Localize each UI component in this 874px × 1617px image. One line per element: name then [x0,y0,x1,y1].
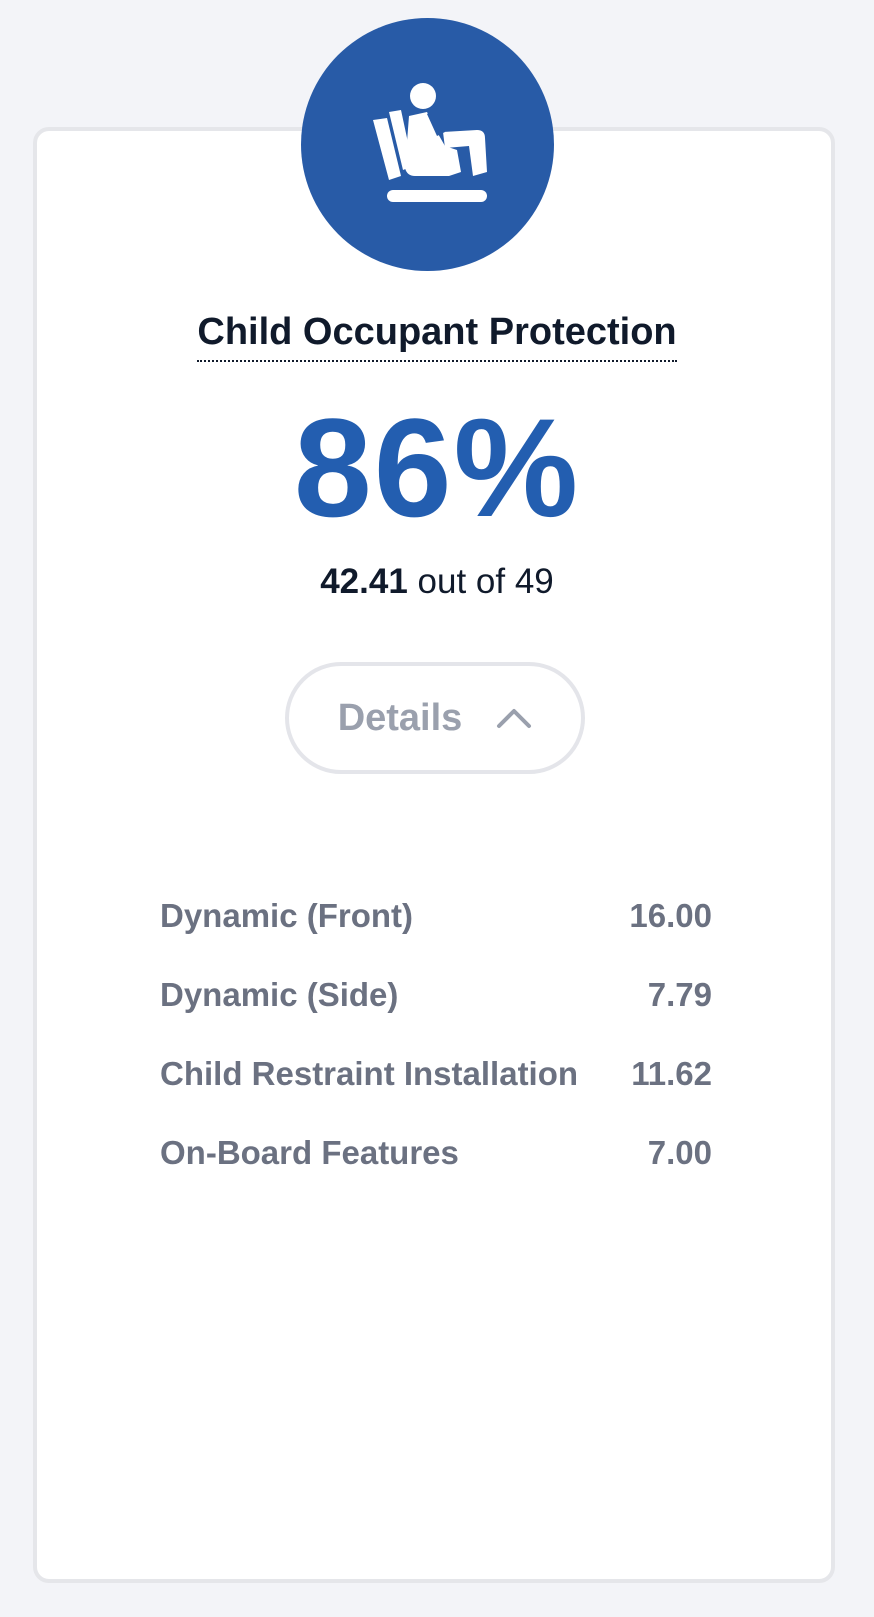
breakdown-row: On-Board Features 7.00 [160,1113,712,1192]
score-suffix: out of 49 [417,562,554,601]
score-summary: 42.41 out of 49 [0,562,874,602]
chevron-up-icon [497,709,532,728]
breakdown-list: Dynamic (Front) 16.00 Dynamic (Side) 7.7… [160,876,712,1192]
details-toggle-button[interactable]: Details [285,662,585,774]
breakdown-row: Dynamic (Front) 16.00 [160,876,712,955]
child-seat-icon [372,82,487,202]
details-label: Details [337,696,463,739]
breakdown-label: On-Board Features [160,1133,459,1171]
breakdown-value: 16.00 [629,896,712,934]
breakdown-value: 7.79 [647,975,712,1013]
breakdown-label: Child Restraint Installation [160,1054,579,1092]
section-title-wrap: Child Occupant Protection [0,311,874,362]
section-title: Child Occupant Protection [197,311,677,362]
breakdown-row: Child Restraint Installation 11.62 [160,1034,712,1113]
child-seat-icon-badge [301,18,554,271]
breakdown-label: Dynamic (Side) [160,975,399,1013]
breakdown-row: Dynamic (Side) 7.79 [160,955,712,1034]
breakdown-value: 7.00 [647,1133,712,1171]
score-value: 42.41 [320,562,408,601]
score-percentage: 86% [293,389,581,546]
breakdown-label: Dynamic (Front) [160,896,414,934]
breakdown-value: 11.62 [631,1054,712,1092]
